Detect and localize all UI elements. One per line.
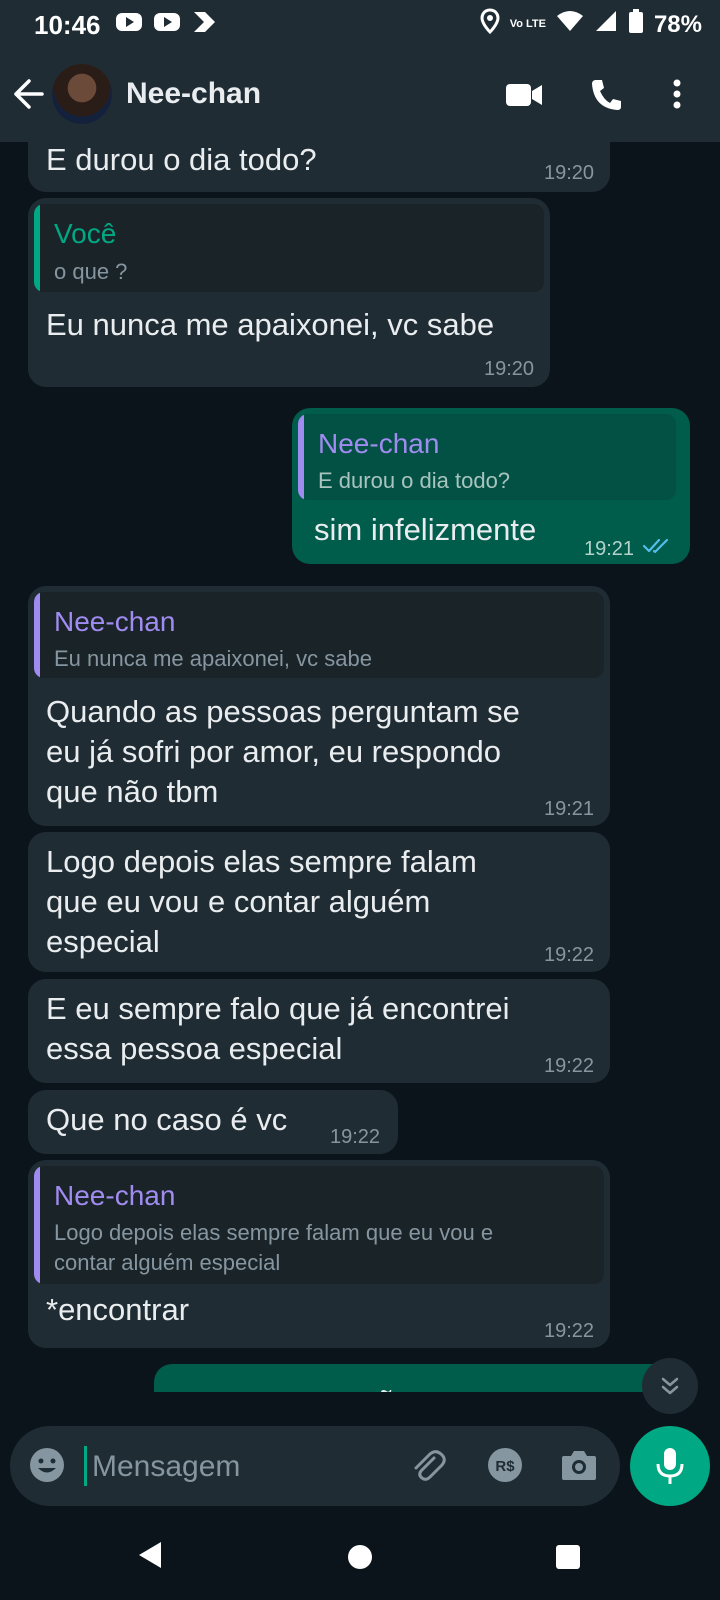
- message-time: 19:22: [544, 1320, 595, 1342]
- message-text: *encontrar: [46, 1292, 190, 1327]
- video-call-icon[interactable]: [505, 82, 543, 113]
- youtube-icon: [153, 9, 181, 40]
- youtube-icon: [115, 9, 143, 40]
- forward-arrow-icon: [191, 9, 217, 40]
- location-icon: [480, 8, 500, 41]
- message-text: E eu sempre falo que já encontrei essa p…: [46, 991, 510, 1066]
- message-text: Logo depois elas sempre falam que eu vou…: [46, 844, 477, 959]
- voice-message-button[interactable]: [630, 1426, 710, 1506]
- notification-icons: [115, 9, 217, 40]
- message-time: 19:20: [544, 162, 595, 184]
- quote-bar: [298, 414, 304, 500]
- payment-icon[interactable]: R$: [486, 1446, 524, 1489]
- message-time: 19:22: [544, 1055, 595, 1077]
- quote-author: Nee-chan: [318, 428, 440, 459]
- battery-level: 78%: [653, 10, 702, 38]
- nav-home-icon[interactable]: [348, 1545, 372, 1569]
- message-bubble-incoming[interactable]: Nee-chan Eu nunca me apaixonei, vc sabe …: [28, 586, 610, 826]
- chat-header: Nee-chan: [0, 50, 720, 142]
- wifi-icon: [556, 9, 584, 40]
- double-chevron-down-icon: [661, 1377, 679, 1395]
- avatar[interactable]: [52, 64, 112, 124]
- volte-icon: Vo LTE: [509, 18, 546, 30]
- message-composer: R$: [10, 1426, 620, 1506]
- attach-icon[interactable]: [408, 1446, 448, 1491]
- message-input[interactable]: [92, 1446, 382, 1488]
- message-time: 19:20: [484, 358, 535, 380]
- contact-name[interactable]: Nee-chan: [126, 77, 261, 111]
- message-time: 19:21: [544, 798, 595, 820]
- message-text: sim infelizmente: [314, 512, 537, 547]
- message-time: 19:22: [544, 944, 595, 966]
- message-text: Quando as pessoas perguntam se eu já sof…: [46, 694, 520, 809]
- message-time: 19:21: [584, 538, 635, 560]
- nav-back-icon[interactable]: [137, 1540, 163, 1575]
- back-arrow-icon[interactable]: [12, 78, 46, 115]
- quote-author: Você: [54, 218, 117, 249]
- chat-bottom-fade: [0, 1392, 720, 1407]
- scroll-to-bottom-button[interactable]: [642, 1358, 698, 1414]
- quoted-message[interactable]: Nee-chan Eu nunca me apaixonei, vc sabe: [34, 592, 604, 678]
- message-text: Eu nunca me apaixonei, vc sabe: [46, 307, 495, 342]
- message-bubble-incoming[interactable]: Logo depois elas sempre falam que eu vou…: [28, 832, 610, 972]
- message-bubble-incoming[interactable]: Você o que ? Eu nunca me apaixonei, vc s…: [28, 198, 550, 387]
- message-time: 19:22: [330, 1126, 381, 1148]
- message-bubble-incoming[interactable]: Nee-chan Logo depois elas sempre falam q…: [28, 1160, 610, 1348]
- status-bar: 10:46 Vo LTE 78%: [0, 0, 720, 50]
- read-receipt-icon: [642, 536, 672, 561]
- voice-call-icon[interactable]: [590, 78, 622, 117]
- svg-text:R$: R$: [495, 1458, 515, 1475]
- message-text: Que no caso é vc: [46, 1102, 288, 1137]
- signal-icon: [594, 9, 618, 40]
- quote-text: Eu nunca me apaixonei, vc sabe: [54, 646, 372, 671]
- text-caret: [84, 1446, 87, 1486]
- system-navigation-bar: [0, 1512, 720, 1600]
- quote-author: Nee-chan: [54, 606, 176, 637]
- battery-icon: [628, 8, 644, 41]
- microphone-icon: [656, 1448, 684, 1484]
- camera-icon[interactable]: [560, 1448, 598, 1487]
- more-options-icon[interactable]: [672, 78, 682, 115]
- message-bubble-incoming[interactable]: E durou o dia todo? 19:20: [28, 142, 610, 192]
- message-text: E durou o dia todo?: [46, 142, 317, 177]
- chat-area[interactable]: E durou o dia todo? 19:20 Você o que ? E…: [0, 142, 720, 1407]
- status-right: Vo LTE 78%: [480, 8, 702, 41]
- emoji-icon[interactable]: [28, 1446, 66, 1489]
- quoted-message[interactable]: Nee-chan E durou o dia todo?: [298, 414, 676, 500]
- quoted-message[interactable]: Você o que ?: [34, 204, 544, 292]
- message-bubble-incoming[interactable]: Que no caso é vc 19:22: [28, 1090, 398, 1154]
- quoted-message[interactable]: Nee-chan Logo depois elas sempre falam q…: [34, 1166, 604, 1284]
- quote-text: o que ?: [54, 259, 128, 284]
- quote-author: Nee-chan: [54, 1180, 176, 1211]
- quote-bar: [34, 1166, 40, 1284]
- message-bubble-incoming[interactable]: E eu sempre falo que já encontrei essa p…: [28, 979, 610, 1083]
- quote-text: Logo depois elas sempre falam que eu vou…: [54, 1220, 494, 1275]
- status-time: 10:46: [34, 10, 101, 40]
- message-bubble-outgoing[interactable]: Nee-chan E durou o dia todo? sim infeliz…: [292, 408, 690, 564]
- quote-text: E durou o dia todo?: [318, 468, 511, 493]
- nav-recent-apps-icon[interactable]: [556, 1545, 580, 1569]
- quote-bar: [34, 592, 40, 678]
- quote-bar: [34, 204, 40, 292]
